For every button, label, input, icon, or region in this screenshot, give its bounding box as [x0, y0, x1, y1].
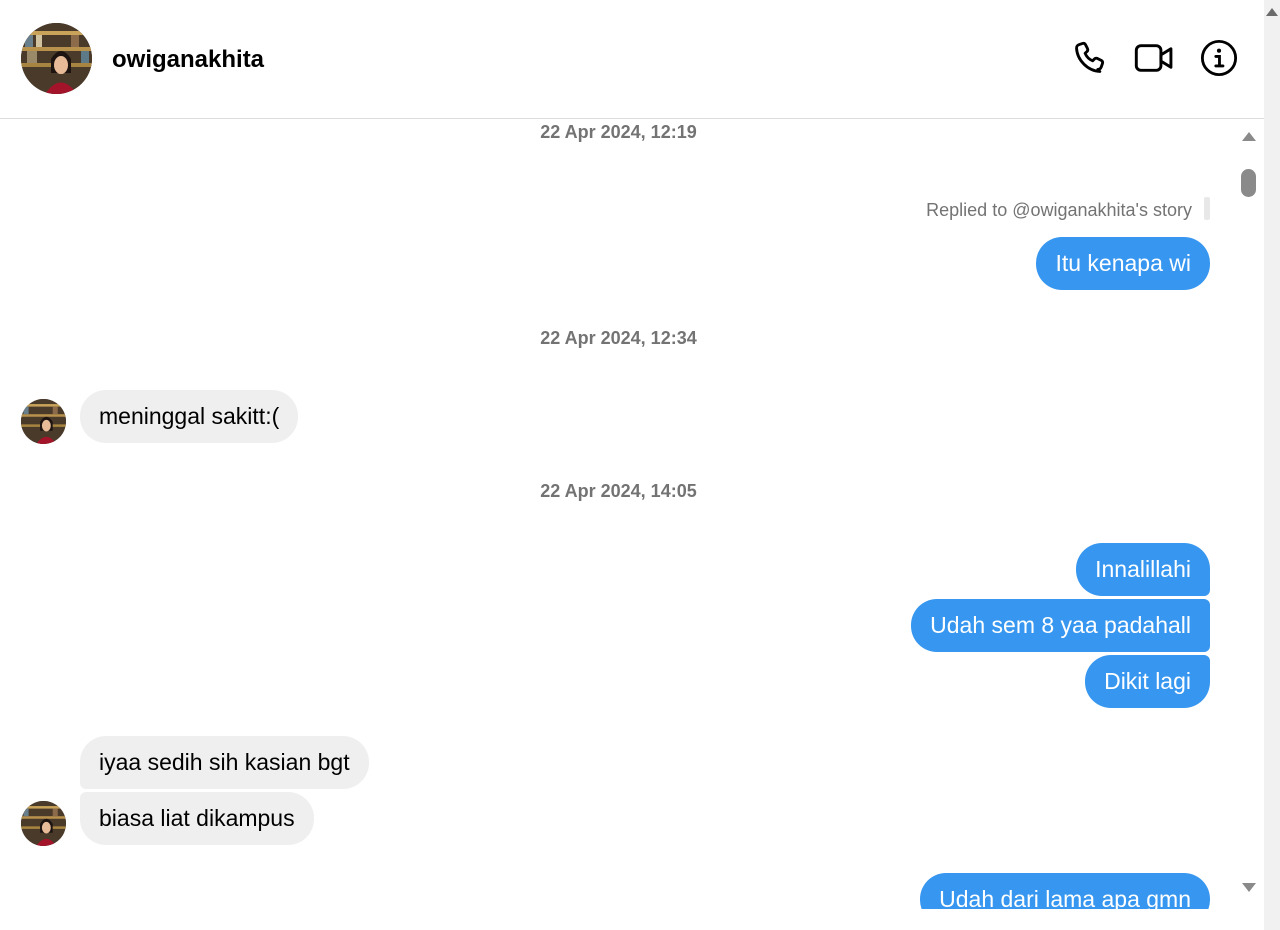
video-camera-icon[interactable] [1134, 38, 1174, 78]
conversation-header: owiganakhita [0, 0, 1264, 119]
outgoing-message[interactable]: Itu kenapa wi [1036, 237, 1210, 290]
sender-avatar[interactable] [21, 801, 66, 846]
reply-indicator-bar [1204, 197, 1210, 220]
timestamp: 22 Apr 2024, 12:19 [540, 122, 697, 142]
outgoing-message[interactable]: Innalillahi [1076, 543, 1210, 596]
outgoing-message[interactable]: Udah dari lama apa gmn [920, 873, 1210, 909]
scrollbar-thumb[interactable] [1241, 169, 1256, 197]
chat-window: owiganakhita 22 Apr 2024, 12:19 Replied … [0, 0, 1280, 930]
info-icon[interactable] [1199, 38, 1239, 78]
timestamp: 22 Apr 2024, 14:05 [540, 481, 697, 501]
incoming-message[interactable]: iyaa sedih sih kasian bgt [80, 736, 369, 789]
incoming-message[interactable]: biasa liat dikampus [80, 792, 314, 845]
sender-avatar[interactable] [21, 399, 66, 444]
reply-note: Replied to @owiganakhita's story [926, 200, 1192, 220]
chat-scrollbar[interactable] [1237, 119, 1261, 909]
scroll-up-arrow-icon[interactable] [1266, 8, 1278, 16]
contact-name[interactable]: owiganakhita [112, 44, 264, 76]
message-list[interactable]: 22 Apr 2024, 12:19 Replied to @owiganakh… [0, 119, 1237, 909]
contact-avatar[interactable] [21, 23, 92, 94]
scroll-down-arrow-icon[interactable] [1242, 883, 1256, 892]
outgoing-message[interactable]: Udah sem 8 yaa padahall [911, 599, 1210, 652]
phone-icon[interactable] [1070, 38, 1110, 78]
incoming-message[interactable]: meninggal sakitt:( [80, 390, 299, 443]
timestamp: 22 Apr 2024, 12:34 [540, 328, 697, 348]
page-scrollbar[interactable] [1264, 0, 1280, 930]
outgoing-message[interactable]: Dikit lagi [1085, 655, 1210, 708]
scroll-up-arrow-icon[interactable] [1242, 132, 1256, 141]
